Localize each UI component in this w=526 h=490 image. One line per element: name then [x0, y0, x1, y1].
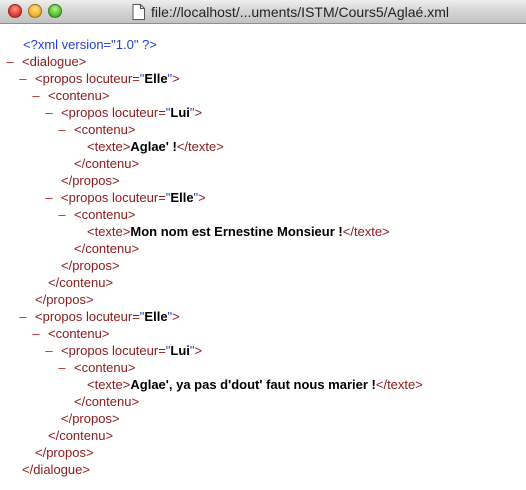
xml-tag: >	[194, 343, 203, 358]
xml-node: <propos locuteur="Elle">	[35, 70, 180, 87]
xml-node: <propos locuteur="Elle">	[61, 189, 206, 206]
collapse-toggle[interactable]: –	[31, 325, 41, 342]
collapse-toggle[interactable]: –	[57, 206, 67, 223]
xml-tag: <propos	[61, 343, 112, 358]
xml-node: </propos>	[61, 410, 120, 427]
xml-tag: </contenu>	[48, 428, 114, 443]
xml-tag: <propos	[61, 105, 112, 120]
xml-tag: <texte>	[87, 224, 131, 239]
xml-tag: </propos>	[61, 258, 120, 273]
xml-tag: </propos>	[35, 445, 94, 460]
xml-text-content: Mon nom est Ernestine Monsieur !	[130, 224, 343, 239]
collapse-toggle[interactable]: –	[57, 121, 67, 138]
xml-tag: <contenu>	[74, 207, 136, 222]
close-window-button[interactable]	[8, 4, 22, 18]
xml-tag: </propos>	[61, 173, 120, 188]
xml-tag: <contenu>	[48, 88, 110, 103]
xml-node: </propos>	[35, 444, 94, 461]
window-title: file://localhost/...uments/ISTM/Cours5/A…	[151, 4, 449, 20]
browser-window: file://localhost/...uments/ISTM/Cours5/A…	[0, 0, 526, 490]
xml-node: </contenu>	[74, 240, 139, 257]
xml-tag: </propos>	[61, 411, 120, 426]
minimize-window-button[interactable]	[28, 4, 42, 18]
xml-node: <propos locuteur="Lui">	[61, 342, 202, 359]
xml-tag: >	[198, 190, 206, 205]
xml-tag: <contenu>	[74, 360, 136, 375]
xml-node: <contenu>	[74, 206, 135, 223]
xml-node: <dialogue>	[22, 53, 86, 70]
xml-tag: >	[172, 309, 180, 324]
xml-node: <propos locuteur="Elle">	[35, 308, 180, 325]
xml-tag: <propos	[35, 309, 86, 324]
xml-tag: >	[194, 105, 203, 120]
xml-tag: locuteur=	[111, 105, 166, 120]
document-icon	[132, 4, 145, 20]
xml-text-content: Aglae', ya pas d'dout' faut nous marier …	[130, 377, 376, 392]
xml-tag: <contenu>	[74, 122, 136, 137]
xml-tag: <texte>	[87, 377, 131, 392]
xml-text-content: Aglae' !	[130, 139, 177, 154]
xml-node: </dialogue>	[22, 461, 90, 478]
xml-tag: </texte>	[375, 377, 423, 392]
xml-tree-view: <?xml version="1.0" ?> – <dialogue> – <prop…	[0, 24, 526, 490]
xml-tag: >	[172, 71, 180, 86]
xml-tag: locuteur=	[85, 309, 140, 324]
xml-node: </propos>	[61, 257, 120, 274]
xml-node: </contenu>	[74, 155, 139, 172]
zoom-window-button[interactable]	[48, 4, 62, 18]
xml-declaration: <?xml version="1.0" ?>	[23, 37, 157, 52]
xml-tag: </propos>	[35, 292, 94, 307]
xml-tag: locuteur=	[111, 190, 166, 205]
xml-attribute-value: Elle	[170, 190, 194, 205]
collapse-toggle[interactable]: –	[5, 53, 15, 70]
xml-node: <contenu>	[74, 359, 135, 376]
xml-node: <propos locuteur="Lui">	[61, 104, 202, 121]
collapse-toggle[interactable]: –	[57, 359, 67, 376]
xml-attribute-value: Lui	[170, 105, 190, 120]
xml-tag: <dialogue>	[22, 54, 87, 69]
xml-attribute-value: Elle	[144, 309, 168, 324]
xml-tag: <propos	[35, 71, 86, 86]
xml-node: <texte>Aglae', ya pas d'dout' faut nous …	[87, 376, 423, 393]
window-titlebar[interactable]: file://localhost/...uments/ISTM/Cours5/A…	[0, 0, 526, 24]
xml-node: </propos>	[35, 291, 94, 308]
collapse-toggle[interactable]: –	[31, 87, 41, 104]
collapse-toggle[interactable]: –	[44, 342, 54, 359]
xml-tag: </contenu>	[74, 156, 140, 171]
xml-node: <contenu>	[74, 121, 135, 138]
xml-tag: <propos	[61, 190, 112, 205]
xml-node: <contenu>	[48, 87, 109, 104]
xml-node: <texte>Mon nom est Ernestine Monsieur !<…	[87, 223, 390, 240]
collapse-toggle[interactable]: –	[18, 70, 28, 87]
xml-tag: </contenu>	[74, 241, 140, 256]
xml-tag: </texte>	[176, 139, 224, 154]
xml-attribute-value: Lui	[170, 343, 190, 358]
xml-node: </contenu>	[48, 274, 113, 291]
xml-tag: locuteur=	[111, 343, 166, 358]
xml-tag: locuteur=	[85, 71, 140, 86]
xml-attribute-value: Elle	[144, 71, 168, 86]
xml-tag: </dialogue>	[22, 462, 90, 477]
xml-node: <contenu>	[48, 325, 109, 342]
xml-node: <texte>Aglae' !</texte>	[87, 138, 224, 155]
xml-tag: </contenu>	[48, 275, 114, 290]
xml-tag: <contenu>	[48, 326, 110, 341]
collapse-toggle[interactable]: –	[44, 104, 54, 121]
collapse-toggle[interactable]: –	[18, 308, 28, 325]
xml-node: </propos>	[61, 172, 120, 189]
window-title-area: file://localhost/...uments/ISTM/Cours5/A…	[132, 2, 449, 22]
xml-node: </contenu>	[74, 393, 139, 410]
xml-tag: </texte>	[342, 224, 390, 239]
xml-tag: <texte>	[87, 139, 131, 154]
collapse-toggle[interactable]: –	[44, 189, 54, 206]
xml-node: </contenu>	[48, 427, 113, 444]
xml-tag: </contenu>	[74, 394, 140, 409]
